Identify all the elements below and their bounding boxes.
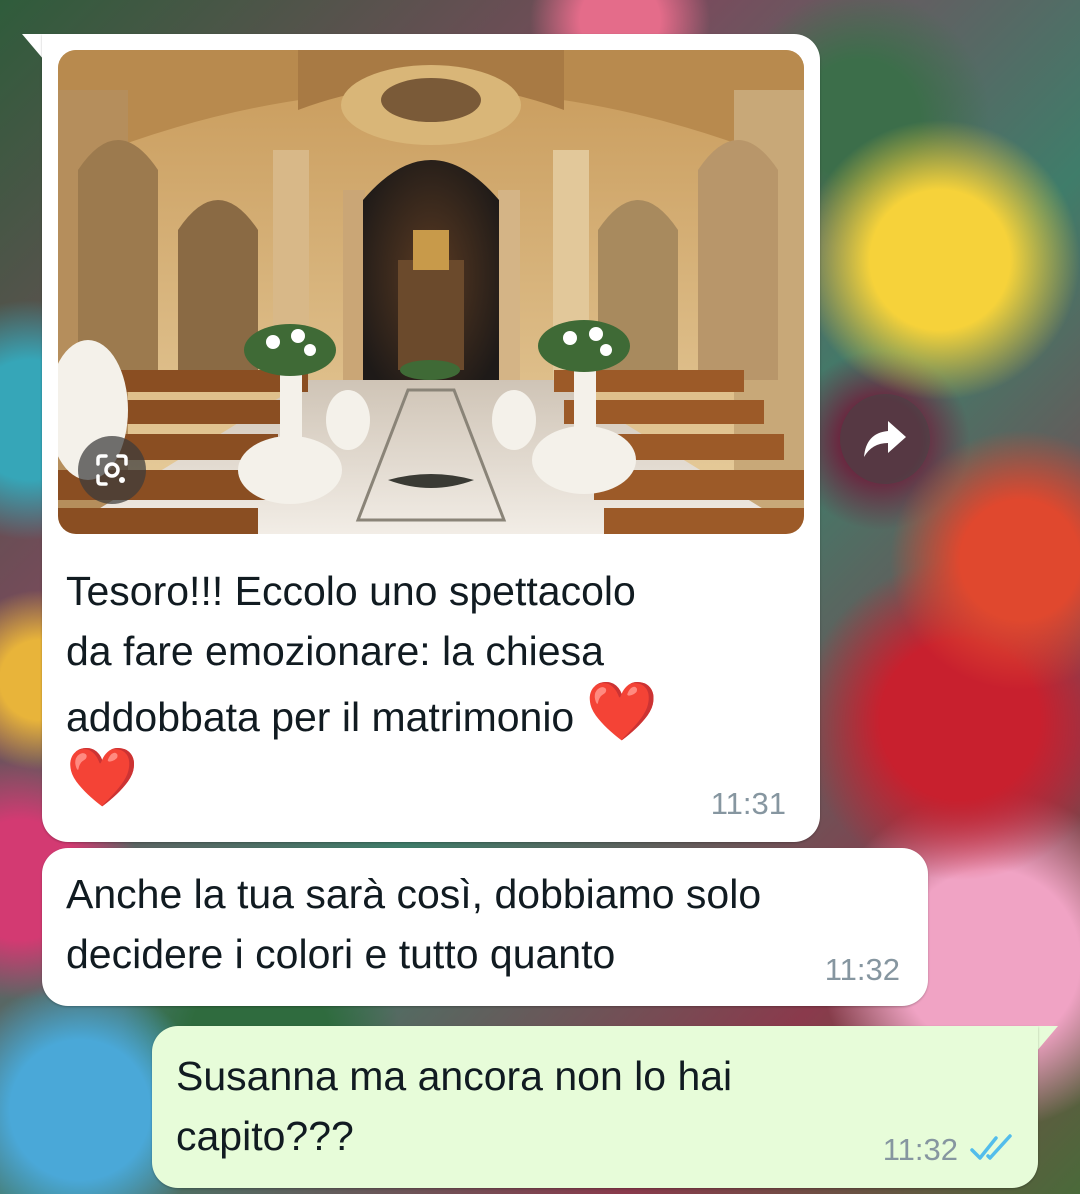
message-line: capito??? — [176, 1113, 354, 1159]
heart-emoji: ❤️ — [585, 677, 658, 745]
message-bubble-image[interactable]: Tesoro!!! Eccolo uno spettacolo da fare … — [42, 34, 820, 842]
message-bubble-outgoing[interactable]: Susanna ma ancora non lo hai capito??? 1… — [152, 1026, 1038, 1188]
message-text: Susanna ma ancora non lo hai capito??? — [176, 1046, 732, 1166]
message-line: Anche la tua sarà così, dobbiamo solo — [66, 871, 762, 917]
message-line: Tesoro!!! Eccolo uno spettacolo — [66, 568, 636, 614]
church-interior-image — [58, 50, 804, 534]
bubble-tail-incoming — [22, 34, 44, 60]
message-line: addobbata per il matrimonio — [66, 694, 575, 740]
forward-button[interactable] — [840, 394, 930, 484]
message-timestamp: 11:32 — [882, 1132, 958, 1167]
bubble-tail-outgoing — [1036, 1026, 1058, 1052]
double-check-icon — [970, 1134, 1012, 1160]
message-photo[interactable] — [58, 50, 804, 534]
message-text: Anche la tua sarà così, dobbiamo solo de… — [66, 864, 761, 984]
message-timestamp: 11:31 — [710, 786, 786, 821]
lens-button[interactable] — [78, 436, 146, 504]
forward-arrow-icon — [864, 421, 906, 457]
message-line: Susanna ma ancora non lo hai — [176, 1053, 733, 1099]
google-lens-icon — [96, 454, 128, 486]
message-line: decidere i colori e tutto quanto — [66, 931, 616, 977]
message-line: da fare emozionare: la chiesa — [66, 628, 604, 674]
message-text: Tesoro!!! Eccolo uno spettacolo da fare … — [66, 561, 658, 813]
message-bubble-text[interactable]: Anche la tua sarà così, dobbiamo solo de… — [42, 848, 928, 1006]
message-timestamp: 11:32 — [824, 952, 900, 987]
heart-emoji: ❤️ — [66, 743, 139, 811]
